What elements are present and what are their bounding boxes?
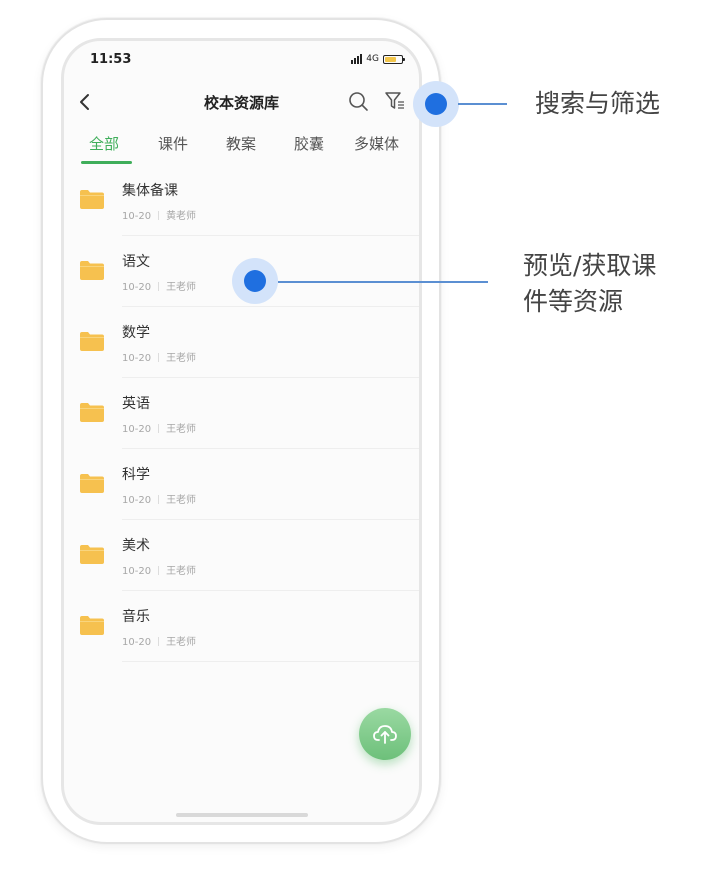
folder-icon bbox=[80, 616, 104, 635]
item-title: 美术 bbox=[122, 538, 150, 554]
item-meta: 10-20 王老师 bbox=[122, 349, 196, 364]
item-author: 王老师 bbox=[166, 424, 197, 435]
item-author: 王老师 bbox=[166, 353, 197, 364]
item-title: 音乐 bbox=[122, 609, 150, 625]
item-meta: 10-20 王老师 bbox=[122, 278, 196, 293]
callout-line-search bbox=[458, 103, 507, 105]
upload-cloud-icon bbox=[373, 725, 397, 744]
item-date: 10-20 bbox=[122, 637, 152, 648]
tab-lesson-plans[interactable]: 教案 bbox=[226, 133, 256, 154]
folder-icon bbox=[80, 332, 104, 351]
item-author: 王老师 bbox=[166, 495, 197, 506]
callout-marker-search bbox=[413, 81, 459, 127]
resource-list: 集体备课 10-20 黄老师 语文 10-20 王老师 数学 10-20 王老师 bbox=[64, 165, 419, 662]
list-item[interactable]: 数学 10-20 王老师 bbox=[64, 307, 419, 378]
item-author: 王老师 bbox=[166, 566, 197, 577]
signal-icon bbox=[351, 54, 363, 64]
folder-icon bbox=[80, 403, 104, 422]
list-item[interactable]: 科学 10-20 王老师 bbox=[64, 449, 419, 520]
battery-icon bbox=[383, 54, 405, 64]
item-title: 数学 bbox=[122, 325, 150, 341]
list-item[interactable]: 英语 10-20 王老师 bbox=[64, 378, 419, 449]
tab-capsules[interactable]: 胶囊 bbox=[294, 133, 324, 154]
active-tab-indicator bbox=[81, 161, 132, 164]
item-meta: 10-20 王老师 bbox=[122, 562, 196, 577]
status-time: 11:53 bbox=[90, 52, 132, 67]
search-icon[interactable] bbox=[347, 90, 369, 112]
home-indicator bbox=[176, 813, 308, 817]
item-meta: 10-20 王老师 bbox=[122, 420, 196, 435]
callout-line-preview bbox=[278, 281, 488, 283]
list-item[interactable]: 音乐 10-20 王老师 bbox=[64, 591, 419, 662]
item-date: 10-20 bbox=[122, 282, 152, 293]
item-author: 王老师 bbox=[166, 637, 197, 648]
callout-label-search: 搜索与筛选 bbox=[535, 89, 661, 118]
filter-icon[interactable] bbox=[384, 90, 406, 112]
list-item[interactable]: 集体备课 10-20 黄老师 bbox=[64, 165, 419, 236]
upload-button[interactable] bbox=[359, 708, 411, 760]
tab-courseware[interactable]: 课件 bbox=[158, 133, 188, 154]
tab-all[interactable]: 全部 bbox=[89, 133, 119, 154]
folder-icon bbox=[80, 474, 104, 493]
folder-icon bbox=[80, 545, 104, 564]
item-date: 10-20 bbox=[122, 353, 152, 364]
item-title: 英语 bbox=[122, 396, 150, 412]
callout-label-preview-line1: 预览/获取课 bbox=[523, 251, 657, 280]
item-date: 10-20 bbox=[122, 495, 152, 506]
folder-icon bbox=[80, 190, 104, 209]
divider bbox=[122, 661, 419, 662]
item-title: 集体备课 bbox=[122, 183, 178, 199]
network-label: 4G bbox=[366, 54, 379, 64]
status-bar: 11:53 4G bbox=[64, 41, 419, 81]
item-author: 王老师 bbox=[166, 282, 197, 293]
item-meta: 10-20 王老师 bbox=[122, 491, 196, 506]
item-date: 10-20 bbox=[122, 211, 152, 222]
item-meta: 10-20 黄老师 bbox=[122, 207, 196, 222]
nav-bar: 校本资源库 bbox=[64, 85, 419, 121]
item-title: 科学 bbox=[122, 467, 150, 483]
callout-marker-preview bbox=[232, 258, 278, 304]
item-date: 10-20 bbox=[122, 424, 152, 435]
item-date: 10-20 bbox=[122, 566, 152, 577]
phone-screen: 11:53 4G 校本资源库 全部 课件 教案 胶囊 多媒体 集体备课 10-2… bbox=[61, 38, 422, 825]
item-title: 语文 bbox=[122, 254, 150, 270]
folder-icon bbox=[80, 261, 104, 280]
tab-multimedia[interactable]: 多媒体 bbox=[354, 133, 399, 154]
list-item[interactable]: 美术 10-20 王老师 bbox=[64, 520, 419, 591]
item-meta: 10-20 王老师 bbox=[122, 633, 196, 648]
category-tabs: 全部 课件 教案 胶囊 多媒体 bbox=[64, 129, 419, 165]
item-author: 黄老师 bbox=[166, 211, 197, 222]
callout-label-preview-line2: 件等资源 bbox=[523, 287, 624, 316]
